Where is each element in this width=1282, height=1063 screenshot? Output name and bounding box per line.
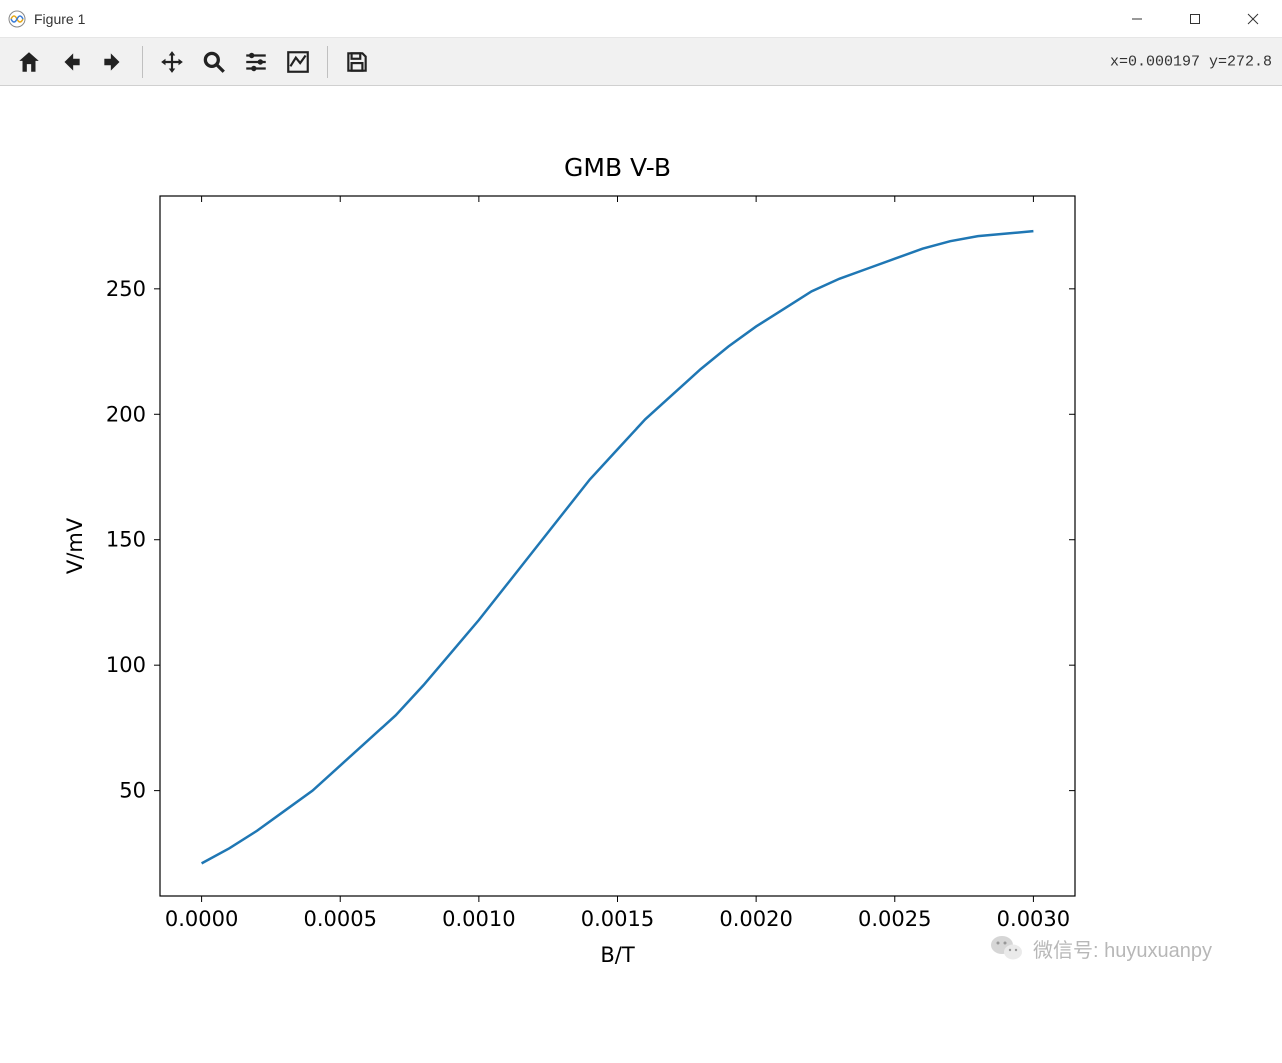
app-icon <box>8 10 26 28</box>
save-button[interactable] <box>338 43 376 81</box>
y-tick-label: 50 <box>119 779 146 803</box>
x-tick-label: 0.0010 <box>442 907 515 931</box>
toolbar-separator <box>142 46 143 78</box>
edit-axis-button[interactable] <box>279 43 317 81</box>
x-tick-label: 0.0030 <box>997 907 1070 931</box>
home-button[interactable] <box>10 43 48 81</box>
wechat-icon <box>989 930 1025 966</box>
window-minimize-button[interactable] <box>1108 0 1166 37</box>
y-tick-label: 250 <box>106 277 146 301</box>
watermark: 微信号: huyuxuanpy <box>989 930 1212 966</box>
x-axis-label: B/T <box>600 943 634 967</box>
forward-button[interactable] <box>94 43 132 81</box>
toolbar-separator <box>327 46 328 78</box>
y-tick-label: 200 <box>106 402 146 426</box>
y-axis-label: V/mV <box>63 517 87 574</box>
axes-frame <box>160 196 1075 896</box>
x-tick-label: 0.0015 <box>581 907 654 931</box>
x-tick-label: 0.0000 <box>165 907 238 931</box>
pan-button[interactable] <box>153 43 191 81</box>
cursor-coordinates: x=0.000197 y=272.8 <box>1110 53 1272 70</box>
zoom-button[interactable] <box>195 43 233 81</box>
window-titlebar: Figure 1 <box>0 0 1282 38</box>
data-line <box>202 231 1034 863</box>
x-tick-label: 0.0025 <box>858 907 931 931</box>
matplotlib-toolbar: x=0.000197 y=272.8 <box>0 38 1282 86</box>
x-tick-label: 0.0005 <box>303 907 376 931</box>
configure-subplots-button[interactable] <box>237 43 275 81</box>
x-tick-label: 0.0020 <box>719 907 792 931</box>
y-tick-label: 150 <box>106 528 146 552</box>
y-tick-label: 100 <box>106 653 146 677</box>
back-button[interactable] <box>52 43 90 81</box>
window-title: Figure 1 <box>34 11 85 27</box>
watermark-text: 微信号: huyuxuanpy <box>1033 934 1212 963</box>
window-close-button[interactable] <box>1224 0 1282 37</box>
plot-area[interactable]: 0.0000 0.0005 0.0010 0.0015 0.0020 0.0025 0.00… <box>0 86 1282 1058</box>
window-maximize-button[interactable] <box>1166 0 1224 37</box>
chart-title: GMB V-B <box>564 153 671 182</box>
